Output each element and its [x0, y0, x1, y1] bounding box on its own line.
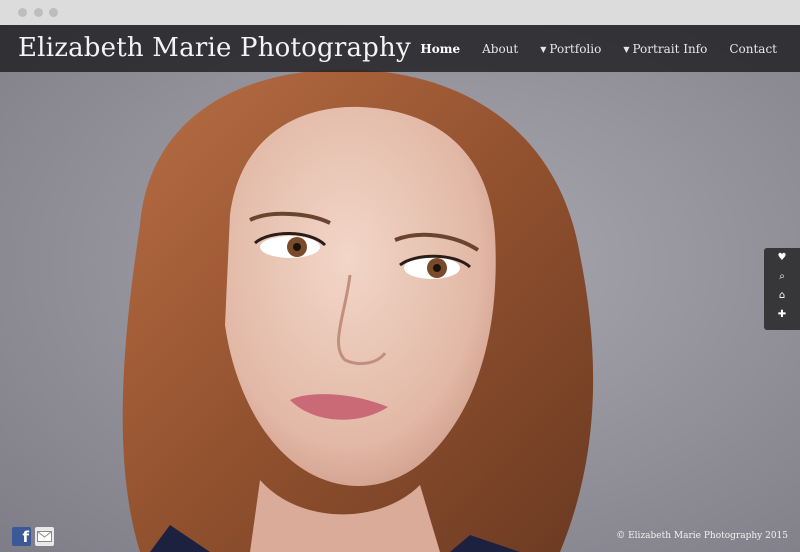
facebook-icon[interactable]: f	[12, 527, 31, 546]
main-menu: Home About ▼ Portfolio ▼ Portrait Info Con…	[409, 25, 788, 72]
plus-icon[interactable]: ✚	[764, 305, 800, 324]
nav-item-portrait-info-label: Portrait Info	[632, 41, 708, 56]
search-icon[interactable]: ⌕	[764, 267, 800, 286]
browser-chrome	[0, 0, 800, 25]
nav-item-portfolio[interactable]: ▼ Portfolio	[529, 42, 612, 56]
top-navigation-bar: Elizabeth Marie Photography Home About ▼…	[0, 25, 800, 72]
floating-tool-bar: ♥ ⌕ ⌂ ✚	[764, 248, 800, 330]
page-viewport: Elizabeth Marie Photography Home About ▼…	[0, 25, 800, 552]
hero-portrait-photo	[0, 25, 800, 552]
nav-item-about-label: About	[482, 41, 519, 56]
window-maximize-button[interactable]	[49, 8, 58, 17]
nav-item-home-label: Home	[420, 41, 461, 56]
caret-down-icon: ▼	[540, 44, 547, 54]
window-minimize-button[interactable]	[34, 8, 43, 17]
heart-icon[interactable]: ♥	[764, 248, 800, 267]
nav-item-portfolio-label: Portfolio	[549, 41, 602, 56]
window-close-button[interactable]	[18, 8, 27, 17]
copyright-text: © Elizabeth Marie Photography 2015	[616, 531, 788, 541]
nav-item-contact[interactable]: Contact	[718, 42, 788, 56]
email-icon[interactable]	[35, 527, 54, 546]
home-icon[interactable]: ⌂	[764, 286, 800, 305]
caret-down-icon: ▼	[623, 44, 630, 54]
nav-item-portrait-info[interactable]: ▼ Portrait Info	[612, 42, 718, 56]
nav-item-home[interactable]: Home	[409, 42, 471, 56]
site-title[interactable]: Elizabeth Marie Photography	[18, 33, 411, 63]
nav-item-about[interactable]: About	[471, 42, 529, 56]
social-links: f	[12, 527, 54, 546]
nav-item-contact-label: Contact	[729, 41, 777, 56]
